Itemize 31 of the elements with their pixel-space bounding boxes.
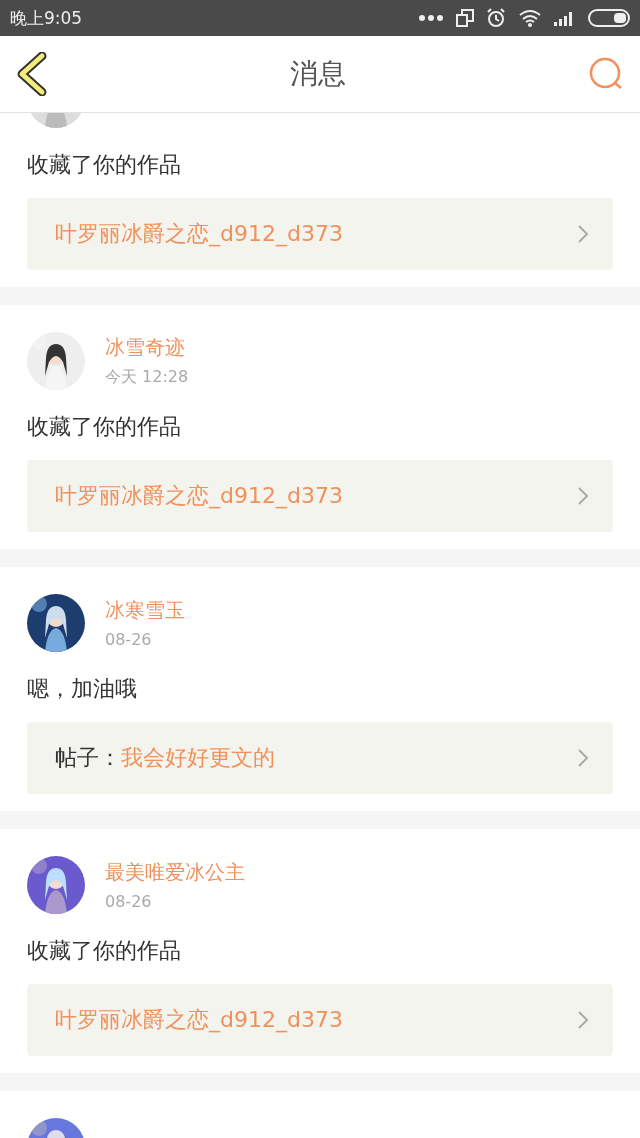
- post-label: 帖子：: [55, 744, 121, 772]
- work-title: 叶罗丽冰爵之恋_d912_d373: [55, 1006, 343, 1035]
- wifi-icon: [518, 9, 542, 27]
- message-time: 08-26: [105, 892, 153, 911]
- more-icon: [418, 14, 444, 22]
- chevron-icon: [577, 748, 589, 768]
- target-link[interactable]: 叶罗丽冰爵之恋_d912_d373: [27, 198, 613, 270]
- chevron-icon: [577, 1010, 589, 1030]
- post-title: 我会好好更文的: [121, 744, 275, 772]
- user-name[interactable]: 冰寒雪玉: [105, 597, 185, 624]
- status-time: 晚上9:05: [10, 6, 84, 30]
- work-title: 叶罗丽冰爵之恋_d912_d373: [55, 220, 343, 249]
- message-text: 收藏了你的作品: [27, 937, 182, 965]
- message-text: 收藏了你的作品: [27, 151, 182, 179]
- work-title: 叶罗丽冰爵之恋_d912_d373: [55, 482, 343, 511]
- message-text: 收藏了你的作品: [27, 413, 182, 441]
- message-time: 08-26: [105, 630, 153, 649]
- back-button[interactable]: [16, 52, 48, 96]
- user-name[interactable]: 最美唯爱冰公主: [105, 859, 245, 886]
- page-title: 消息: [290, 56, 346, 92]
- screens-icon: [456, 9, 474, 27]
- message-text: 嗯，加油哦: [27, 675, 138, 703]
- alarm-icon: [486, 8, 506, 28]
- message-time: 今天 12:28: [105, 367, 189, 388]
- battery-icon: [588, 9, 630, 27]
- chevron-icon: [577, 224, 589, 244]
- target-link[interactable]: 帖子：我会好好更文的: [27, 722, 613, 794]
- chevron-icon: [577, 486, 589, 506]
- user-name[interactable]: 冰雪奇迹: [105, 334, 189, 361]
- target-link[interactable]: 叶罗丽冰爵之恋_d912_d373: [27, 984, 613, 1056]
- target-link[interactable]: 叶罗丽冰爵之恋_d912_d373: [27, 460, 613, 532]
